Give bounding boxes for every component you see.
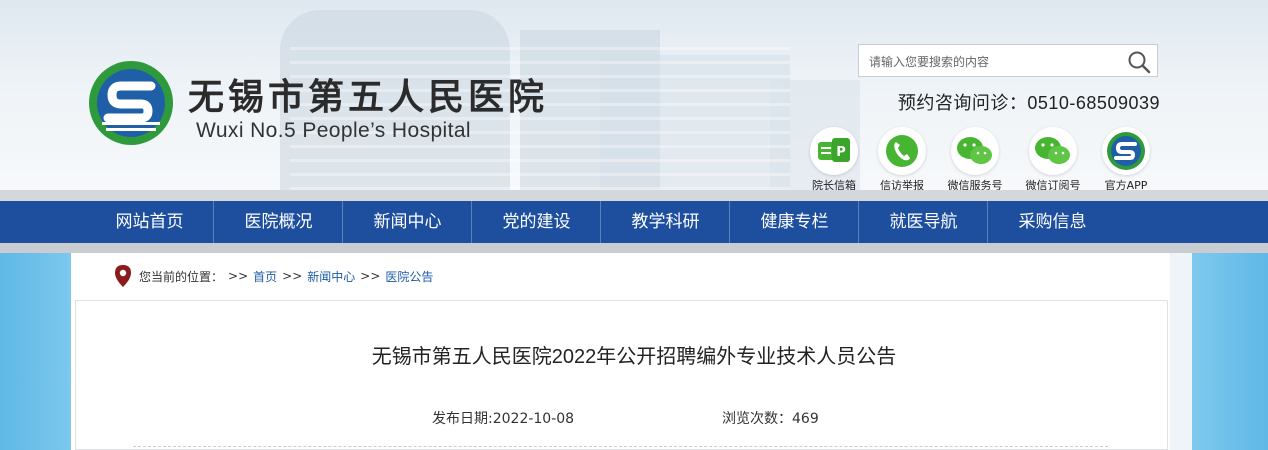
hospital-name-en: Wuxi No.5 People’s Hospital: [196, 119, 471, 142]
nav-item-research[interactable]: 教学科研: [601, 201, 730, 243]
article-view-count: 浏览次数：469: [722, 411, 819, 427]
nav-item-news[interactable]: 新闻中心: [343, 201, 472, 243]
nav-item-home[interactable]: 网站首页: [85, 201, 214, 243]
nav-item-party[interactable]: 党的建设: [472, 201, 601, 243]
quick-link-wechat-subscription[interactable]: 微信订阅号: [1016, 127, 1090, 193]
search-box: [858, 44, 1158, 77]
nav-item-overview[interactable]: 医院概况: [214, 201, 343, 243]
search-input[interactable]: [867, 51, 1121, 73]
quick-link-petition-report[interactable]: 信访举报: [865, 127, 939, 193]
phone-icon: [886, 135, 918, 167]
quick-link-wechat-service[interactable]: 微信服务号: [938, 127, 1012, 193]
article-divider: [133, 446, 1108, 447]
nav-top-border: [0, 190, 1268, 201]
nav-item-guide[interactable]: 就医导航: [859, 201, 988, 243]
appointment-hotline: 预约咨询问诊：0510-68509039: [898, 89, 1160, 115]
hospital-logo-icon[interactable]: [88, 60, 174, 146]
quick-link-official-app[interactable]: 官方APP: [1089, 127, 1163, 193]
nav-bottom-border: [0, 243, 1268, 253]
hospital-logo-icon: [1107, 132, 1145, 170]
breadcrumb-hospital-notices[interactable]: 医院公告: [385, 268, 433, 285]
wechat-icon: [957, 137, 992, 164]
breadcrumb: 您当前的位置： >> 首页 >> 新闻中心 >> 医院公告: [113, 265, 433, 287]
article-container: [75, 300, 1168, 450]
quick-link-president-mailbox[interactable]: P 院长信箱: [797, 127, 871, 193]
breadcrumb-separator: >>: [228, 269, 249, 283]
location-pin-icon: [115, 265, 131, 287]
breadcrumb-separator: >>: [282, 269, 303, 283]
breadcrumb-news-center[interactable]: 新闻中心: [307, 268, 355, 285]
svg-text:P: P: [836, 145, 846, 160]
article-publish-date: 发布日期:2022-10-08: [432, 411, 575, 427]
nav-item-health[interactable]: 健康专栏: [730, 201, 859, 243]
breadcrumb-home[interactable]: 首页: [253, 268, 277, 285]
breadcrumb-prefix: 您当前的位置：: [139, 269, 224, 284]
wechat-icon: [1035, 137, 1070, 164]
nav-item-procurement[interactable]: 采购信息: [988, 201, 1117, 243]
article-title: 无锡市第五人民医院2022年公开招聘编外专业技术人员公告: [371, 346, 897, 368]
search-icon[interactable]: [1127, 50, 1151, 74]
hotline-label: 预约咨询问诊：: [897, 93, 1028, 113]
hotline-number: 0510-68509039: [1027, 93, 1160, 113]
breadcrumb-separator: >>: [360, 269, 381, 283]
main-nav: 网站首页 医院概况 新闻中心 党的建设 教学科研 健康专栏 就医导航 采购信息: [0, 201, 1268, 243]
hospital-name-cn: 无锡市第五人民医院: [188, 76, 549, 118]
mailbox-icon: P: [818, 138, 850, 162]
